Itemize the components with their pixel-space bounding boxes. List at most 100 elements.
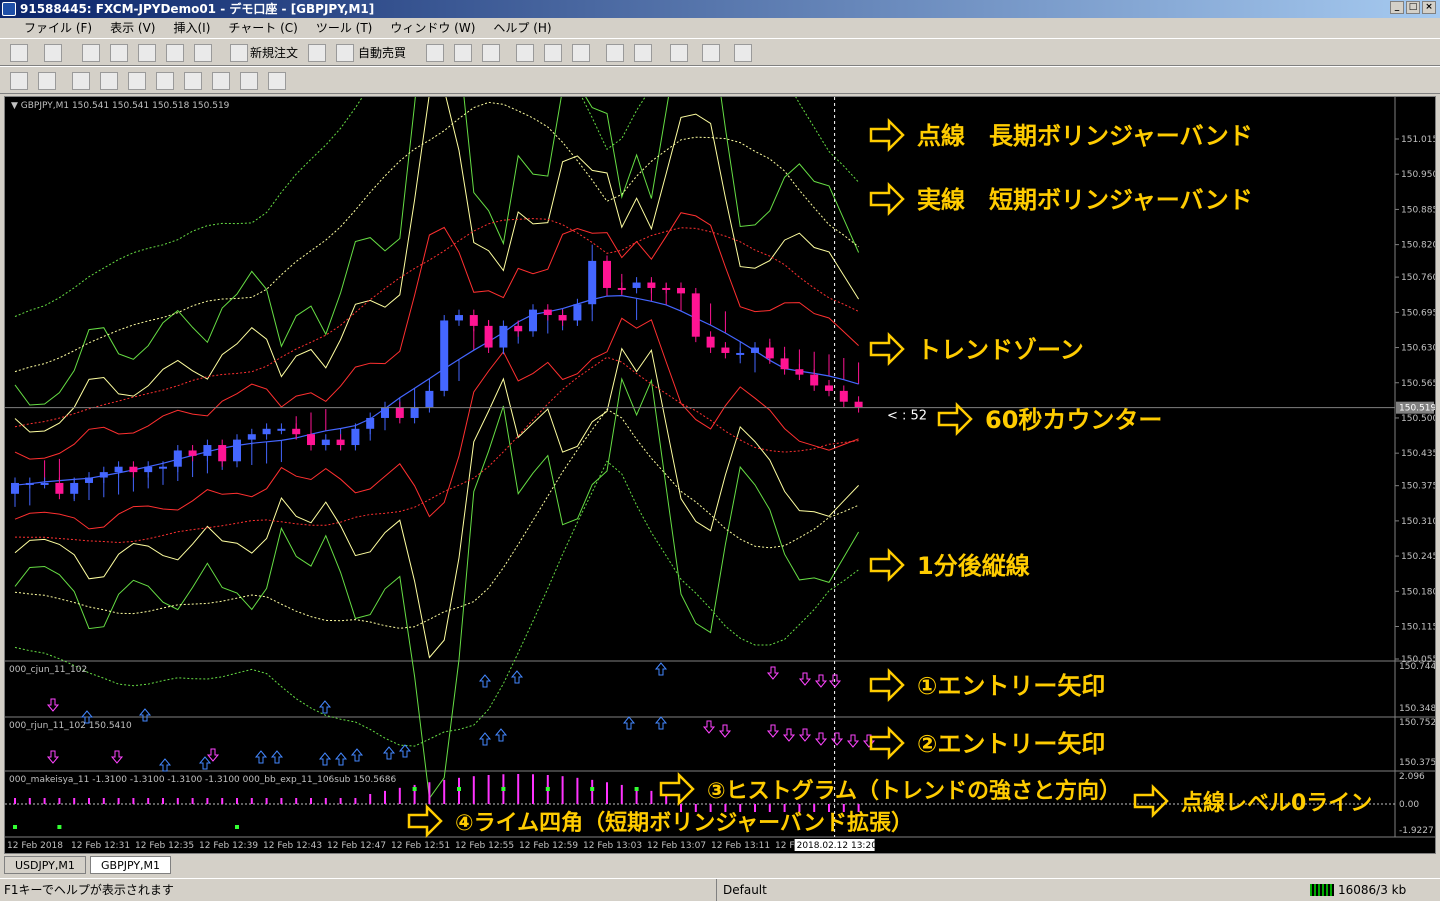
data-window-icon[interactable] — [110, 44, 128, 62]
zoom-in-icon[interactable] — [516, 44, 534, 62]
menu-insert[interactable]: 挿入(I) — [173, 18, 210, 38]
entry-arrow-2 — [782, 728, 796, 742]
y-tick-label: 150.950 — [1401, 170, 1435, 180]
x-tick-label: 12 Feb 12:43 — [263, 841, 322, 851]
bar-chart-icon[interactable] — [426, 44, 444, 62]
vertical-line-icon[interactable] — [72, 72, 90, 90]
bb-short-2-upper — [14, 89, 860, 433]
y-tick-label: 150.375 — [1401, 482, 1435, 492]
x-tick-label: 12 Feb 12:51 — [391, 841, 450, 851]
chart-window[interactable]: ▼ GBPJPY,M1 150.541 150.541 150.518 150.… — [4, 0, 1440, 854]
candle-body — [706, 336, 715, 348]
candle-body — [573, 304, 582, 321]
fibonacci-icon[interactable] — [184, 72, 202, 90]
terminal-icon[interactable] — [166, 44, 184, 62]
entry-arrow-2 — [718, 724, 732, 738]
candle-body — [129, 466, 138, 473]
entry-arrow-1 — [654, 662, 668, 676]
entry-arrow-2 — [350, 748, 364, 762]
candle-body — [395, 407, 404, 418]
menu-file[interactable]: ファイル (F) — [24, 18, 92, 38]
lime-square — [13, 825, 17, 829]
lime-square — [457, 787, 461, 791]
auto-trade-button[interactable]: 自動売買 — [358, 44, 406, 61]
entry-arrow-1 — [798, 672, 812, 686]
candle-body — [721, 347, 730, 353]
x-tick-label: 12 Feb 12:31 — [71, 841, 130, 851]
subwindow-tick-label: 150.348 — [1399, 704, 1435, 714]
market-watch-icon[interactable] — [82, 44, 100, 62]
zoom-out-icon[interactable] — [544, 44, 562, 62]
navigator-icon[interactable] — [138, 44, 156, 62]
entry-arrow-1 — [478, 674, 492, 688]
channel-icon[interactable] — [156, 72, 174, 90]
new-order-icon[interactable] — [230, 44, 248, 62]
menu-view[interactable]: 表示 (V) — [110, 18, 155, 38]
candle-body — [381, 407, 389, 418]
arrow-right-icon — [869, 547, 905, 583]
y-tick-label: 150.565 — [1401, 379, 1435, 389]
entry-arrow-2 — [110, 750, 124, 764]
auto-scroll-icon[interactable] — [606, 44, 624, 62]
zero-line-annotation: 点線レベル0ライン — [1181, 790, 1372, 816]
bb-short-1-lower — [14, 317, 859, 530]
entry-arrow-2 — [398, 744, 412, 758]
tester-icon[interactable] — [194, 44, 212, 62]
chart-canvas[interactable]: ▼ GBPJPY,M1 150.541 150.541 150.518 150.… — [5, 0, 1440, 853]
subwindow-tick-label: -1.9227 — [1399, 826, 1434, 836]
minimize-button[interactable]: _ — [1390, 1, 1404, 14]
menu-chart[interactable]: チャート (C) — [228, 18, 297, 38]
x-tick-label: 12 Feb 13:07 — [647, 841, 706, 851]
y-tick-label: 150.245 — [1401, 552, 1435, 562]
y-tick-label: 150.630 — [1401, 344, 1435, 354]
menu-help[interactable]: ヘルプ (H) — [493, 18, 551, 38]
bb-long-1-lower — [14, 356, 859, 544]
entry-arrow-1 — [510, 670, 524, 684]
candle-body — [469, 315, 478, 326]
menu-window[interactable]: ウィンドウ (W) — [390, 18, 475, 38]
candle-body — [99, 472, 108, 478]
periods-icon[interactable] — [702, 44, 720, 62]
tab-usdjpy[interactable]: USDJPY,M1 — [4, 856, 86, 874]
menu-bar: ファイル (F) 表示 (V) 挿入(I) チャート (C) ツール (T) ウ… — [0, 18, 1440, 38]
subwindow-label: 000_rjun_11_102 150.5410 — [9, 721, 132, 731]
entry-arrow-2 — [494, 728, 508, 742]
title-bar: 91588445: FXCM-JPYDemo01 - デモ口座 - [GBPJP… — [0, 0, 1440, 18]
candlestick-icon[interactable] — [454, 44, 472, 62]
histogram-annotation: ③ヒストグラム（トレンドの強さと方向） — [707, 778, 1121, 804]
horizontal-line-icon[interactable] — [100, 72, 118, 90]
chart-shift-icon[interactable] — [634, 44, 652, 62]
text-icon[interactable] — [212, 72, 230, 90]
meta-editor-icon[interactable] — [308, 44, 326, 62]
x-tick-label: 12 Feb 13:03 — [583, 841, 642, 851]
maximize-button[interactable]: □ — [1406, 1, 1420, 14]
chat-icon[interactable] — [1412, 44, 1430, 62]
text-label-icon[interactable] — [240, 72, 258, 90]
arrows-icon[interactable] — [268, 72, 286, 90]
new-order-button[interactable]: 新規注文 — [250, 44, 298, 61]
y-tick-label: 150.820 — [1401, 241, 1435, 251]
trendline-icon[interactable] — [128, 72, 146, 90]
candle-body — [144, 466, 153, 473]
entry-arrow-1 — [138, 708, 152, 722]
new-chart-icon[interactable] — [10, 44, 28, 62]
bb-short-2-lower — [14, 347, 859, 659]
candle-body — [529, 309, 537, 332]
candle-body — [795, 369, 804, 375]
vertical-line-annotation: 1分後縦線 — [917, 552, 1030, 580]
templates-icon[interactable] — [734, 44, 752, 62]
menu-tools[interactable]: ツール (T) — [316, 18, 373, 38]
search-icon[interactable] — [1382, 44, 1400, 62]
crosshair-icon[interactable] — [38, 72, 56, 90]
close-button[interactable]: × — [1422, 1, 1436, 14]
indicators-icon[interactable] — [670, 44, 688, 62]
cursor-icon[interactable] — [10, 72, 28, 90]
entry-arrow-2 — [622, 716, 636, 730]
candle-body — [351, 428, 360, 446]
profiles-icon[interactable] — [44, 44, 62, 62]
line-chart-icon[interactable] — [482, 44, 500, 62]
auto-trade-icon[interactable] — [336, 44, 354, 62]
tab-gbpjpy[interactable]: GBPJPY,M1 — [90, 856, 172, 874]
tile-windows-icon[interactable] — [572, 44, 590, 62]
y-tick-label: 150.500 — [1401, 414, 1435, 424]
